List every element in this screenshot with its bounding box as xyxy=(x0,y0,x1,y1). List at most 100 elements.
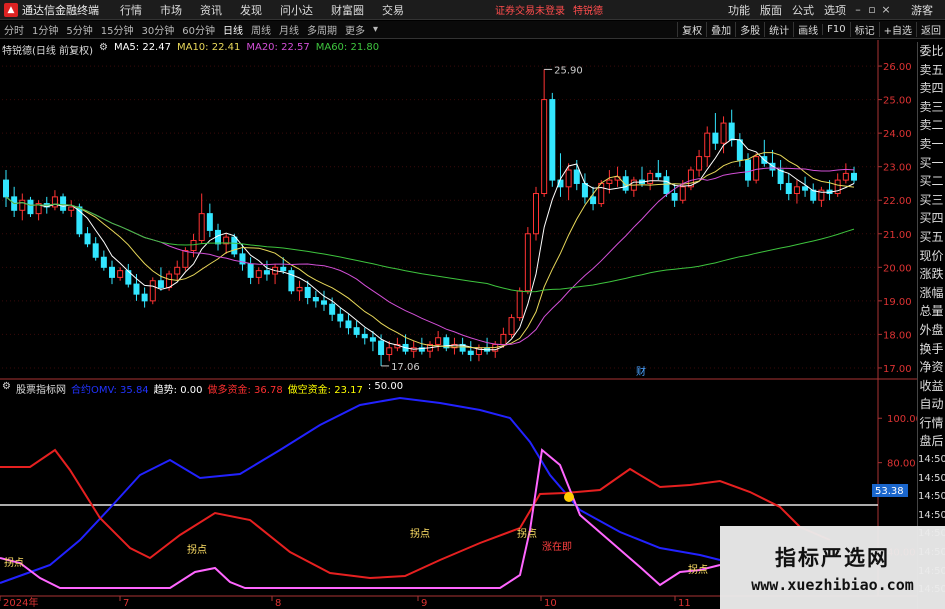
candle-body xyxy=(312,297,319,302)
candle-body xyxy=(51,196,58,208)
high-price-label: 25.90 xyxy=(554,65,583,76)
finance-marker: 财 xyxy=(636,365,646,378)
candle-body xyxy=(647,172,654,184)
main-y-tick-label: 17.00 xyxy=(883,364,912,375)
midline-label: : 50.00 xyxy=(367,381,404,392)
turning-point-annotation: 拐点 xyxy=(410,527,430,540)
candle-body xyxy=(353,327,360,335)
short-fund-line xyxy=(0,448,721,589)
candle-body xyxy=(720,122,727,144)
candle-body xyxy=(386,347,393,356)
quote-side-panel: 委比 卖五 卖四 卖三 卖二 卖一 买一 买二 买三 买四 买五 现价 涨跌 涨幅 总量 外盘 换手 净资 收益 自动… xyxy=(917,42,945,609)
candle-body xyxy=(3,179,9,198)
short-fund-label: 做空资金: 23.17 xyxy=(287,385,363,396)
side-panel-item[interactable]: 盘后 xyxy=(918,432,945,451)
candle-body xyxy=(149,280,156,302)
watermark-url: www.xuezhibiao.com xyxy=(751,576,914,594)
candle-body xyxy=(712,132,719,144)
low-price-label: 17.06 xyxy=(391,362,420,373)
side-panel-item[interactable]: 买三 xyxy=(918,191,945,210)
main-y-tick-label: 25.00 xyxy=(883,96,912,107)
ma5-line xyxy=(5,138,855,351)
candle-body xyxy=(329,303,336,315)
side-panel-item[interactable]: 14:50 xyxy=(918,451,945,470)
side-panel-item[interactable]: 总量 xyxy=(918,302,945,321)
candle-body xyxy=(500,333,507,345)
surge-annotation: 涨在即 xyxy=(542,541,572,553)
candle-body xyxy=(182,250,189,268)
candle-body xyxy=(84,233,91,245)
side-panel-item[interactable]: 委比 xyxy=(918,42,945,61)
side-panel-item[interactable]: 外盘 xyxy=(918,321,945,340)
candle-body xyxy=(361,333,368,339)
x-axis-label: 11 xyxy=(678,598,691,609)
candle-body xyxy=(198,213,205,241)
candle-body xyxy=(810,189,817,201)
turning-point-annotation: 拐点 xyxy=(517,527,537,540)
side-panel-item[interactable]: 14:50 xyxy=(918,488,945,507)
side-panel-item[interactable]: 14:50 xyxy=(918,507,945,526)
side-panel-item[interactable]: 自动 xyxy=(918,395,945,414)
candle-body xyxy=(247,263,254,278)
side-panel-item[interactable]: 买四 xyxy=(918,209,945,228)
long-fund-label: 做多资金: 36.78 xyxy=(207,385,283,396)
side-panel-item[interactable]: 换手 xyxy=(918,340,945,359)
candle-body xyxy=(524,233,531,292)
candle-body xyxy=(663,176,670,195)
candle-body xyxy=(679,186,686,201)
side-panel-item[interactable]: 买一 xyxy=(918,154,945,173)
side-panel-item[interactable]: 行情 xyxy=(918,414,945,433)
side-panel-item[interactable]: 14:50 xyxy=(918,470,945,489)
sub-chart-legend: ⚙ 股票指标网 合约OMV: 35.84 趋势: 0.00 做多资金: 36.7… xyxy=(2,381,408,396)
side-panel-item[interactable]: 买五 xyxy=(918,228,945,247)
candle-body xyxy=(793,186,800,195)
candle-body xyxy=(117,270,124,278)
long-fund-line xyxy=(0,448,831,580)
candle-body xyxy=(802,186,809,191)
candle-body xyxy=(100,256,107,268)
side-panel-item[interactable]: 卖五 xyxy=(918,61,945,80)
candle-body xyxy=(516,290,523,319)
candle-body xyxy=(565,169,572,188)
candle-body xyxy=(378,340,385,356)
candle-body xyxy=(573,169,580,184)
candle-body xyxy=(345,320,352,329)
candle-body xyxy=(777,169,784,184)
candle-body xyxy=(435,337,442,345)
side-panel-item[interactable]: 卖一 xyxy=(918,135,945,154)
main-y-tick-label: 19.00 xyxy=(883,297,912,308)
side-panel-item[interactable]: 卖四 xyxy=(918,79,945,98)
side-panel-item[interactable]: 卖三 xyxy=(918,98,945,117)
side-panel-item[interactable]: 收益 xyxy=(918,377,945,396)
side-panel-item[interactable]: 买二 xyxy=(918,172,945,191)
candle-body xyxy=(736,139,743,161)
candle-body xyxy=(533,193,539,235)
main-y-tick-label: 21.00 xyxy=(883,230,912,241)
candle-body xyxy=(27,199,34,215)
side-panel-item[interactable]: 涨跌 xyxy=(918,265,945,284)
main-y-tick-label: 24.00 xyxy=(883,129,912,140)
candle-body xyxy=(68,206,75,211)
candle-body xyxy=(704,132,711,158)
candle-body xyxy=(696,156,703,171)
gear-icon[interactable]: ⚙ xyxy=(99,42,108,56)
candle-body xyxy=(92,243,99,258)
candle-body xyxy=(109,266,115,278)
candle-body xyxy=(467,350,474,356)
side-panel-item[interactable]: 净资 xyxy=(918,358,945,377)
candle-body xyxy=(19,199,26,211)
side-panel-item[interactable]: 现价 xyxy=(918,247,945,266)
side-panel-item[interactable]: 卖二 xyxy=(918,116,945,135)
turning-point-annotation: 拐点 xyxy=(187,543,207,556)
side-panel-item[interactable]: 涨幅 xyxy=(918,284,945,303)
candle-body xyxy=(369,337,376,342)
kline-chart[interactable]: 26.00 25.00 24.00 23.00 22.00 21.00 20.00 19.00… xyxy=(0,0,945,609)
candle-body xyxy=(337,313,344,322)
main-y-tick-label: 18.00 xyxy=(883,330,912,341)
watermark: 指标严选网 www.xuezhibiao.com xyxy=(720,526,945,609)
gear-icon[interactable]: ⚙ xyxy=(2,381,11,395)
ma20-label: MA20: 22.57 xyxy=(246,42,310,53)
sub-y-tick-label: 80.00 xyxy=(887,459,916,470)
candle-body xyxy=(842,172,849,181)
current-value-label: 53.38 xyxy=(875,486,904,497)
